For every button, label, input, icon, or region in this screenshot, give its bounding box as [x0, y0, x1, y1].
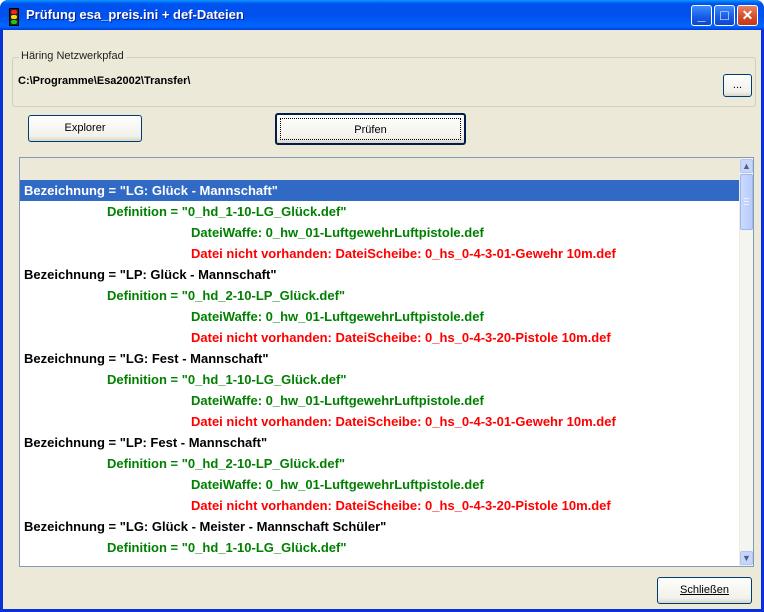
definition-text: Definition = "0_hd_1-10-LG_Glück.def" — [107, 540, 347, 555]
scroll-down-button[interactable]: ▼ — [740, 551, 753, 565]
pruefen-button[interactable]: Prüfen — [275, 113, 466, 145]
close-button[interactable]: ✕ — [737, 5, 758, 26]
browse-button-label: ... — [732, 79, 743, 91]
bezeichnung-text: Bezeichnung = "LG: Glück - Mannschaft" — [24, 183, 278, 198]
list-header — [20, 158, 742, 181]
main-window: Prüfung esa_preis.ini + def-Dateien _ □ … — [0, 0, 764, 612]
list-item[interactable]: Definition = "0_hd_1-10-LG_Glück.def" — [20, 537, 742, 558]
list-item[interactable]: Datei nicht vorhanden: DateiScheibe: 0_h… — [20, 411, 742, 432]
list-item[interactable]: Bezeichnung = "LG: Glück - Meister - Man… — [20, 516, 742, 537]
definition-text: Definition = "0_hd_1-10-LG_Glück.def" — [107, 204, 347, 219]
list-item[interactable]: Definition = "0_hd_1-10-LG_Glück.def" — [20, 201, 742, 222]
bezeichnung-text: Bezeichnung = "LP: Glück - Mannschaft" — [24, 267, 277, 282]
vertical-scrollbar[interactable]: ▲ ▼ — [739, 158, 753, 566]
maximize-icon: □ — [720, 7, 729, 23]
file-text: DateiWaffe: 0_hw_01-LuftgewehrLuftpistol… — [191, 225, 484, 240]
explorer-button[interactable]: Explorer — [28, 115, 142, 142]
error-text: Datei nicht vorhanden: DateiScheibe: 0_h… — [191, 498, 611, 513]
list-item[interactable]: Bezeichnung = "LP: Fest - Mannschaft" — [20, 432, 742, 453]
definition-text: Definition = "0_hd_1-10-LG_Glück.def" — [107, 372, 347, 387]
error-text: Datei nicht vorhanden: DateiScheibe: 0_h… — [191, 330, 611, 345]
title-bar[interactable]: Prüfung esa_preis.ini + def-Dateien _ □ … — [0, 0, 764, 30]
network-path-legend: Häring Netzwerkpfad — [19, 50, 126, 62]
file-text: DateiWaffe: 0_hw_01-LuftgewehrLuftpistol… — [191, 477, 484, 492]
window-title: Prüfung esa_preis.ini + def-Dateien — [26, 7, 244, 22]
error-text: Datei nicht vorhanden: DateiScheibe: 0_h… — [191, 246, 616, 261]
list-item[interactable]: Definition = "0_hd_2-10-LP_Glück.def" — [20, 453, 742, 474]
list-item[interactable]: DateiWaffe: 0_hw_01-LuftgewehrLuftpistol… — [20, 306, 742, 327]
result-rows: Bezeichnung = "LG: Glück - Mannschaft" De… — [20, 180, 742, 558]
schliessen-button-label: Schließen — [680, 584, 729, 596]
explorer-button-label: Explorer — [64, 122, 106, 134]
file-text: DateiWaffe: 0_hw_01-LuftgewehrLuftpistol… — [191, 309, 484, 324]
list-item[interactable]: Bezeichnung = "LP: Glück - Mannschaft" — [20, 264, 742, 285]
bezeichnung-text: Bezeichnung = "LP: Fest - Mannschaft" — [24, 435, 268, 450]
list-item[interactable]: Datei nicht vorhanden: DateiScheibe: 0_h… — [20, 495, 742, 516]
definition-text: Definition = "0_hd_2-10-LP_Glück.def" — [107, 288, 346, 303]
list-item[interactable]: DateiWaffe: 0_hw_01-LuftgewehrLuftpistol… — [20, 474, 742, 495]
minimize-button[interactable]: _ — [691, 5, 712, 26]
focus-rectangle — [280, 118, 461, 140]
chevron-up-icon: ▲ — [742, 161, 751, 171]
file-text: DateiWaffe: 0_hw_01-LuftgewehrLuftpistol… — [191, 393, 484, 408]
list-item[interactable]: Bezeichnung = "LG: Glück - Mannschaft" — [20, 180, 742, 201]
list-item[interactable]: Definition = "0_hd_2-10-LP_Glück.def" — [20, 285, 742, 306]
list-item[interactable]: DateiWaffe: 0_hw_01-LuftgewehrLuftpistol… — [20, 390, 742, 411]
bezeichnung-text: Bezeichnung = "LG: Glück - Meister - Man… — [24, 519, 387, 534]
browse-path-button[interactable]: ... — [723, 74, 752, 97]
list-item[interactable]: Definition = "0_hd_1-10-LG_Glück.def" — [20, 369, 742, 390]
definition-text: Definition = "0_hd_2-10-LP_Glück.def" — [107, 456, 346, 471]
result-list[interactable]: Bezeichnung = "LG: Glück - Mannschaft" De… — [19, 157, 754, 567]
bezeichnung-text: Bezeichnung = "LG: Fest - Mannschaft" — [24, 351, 269, 366]
list-item[interactable]: Datei nicht vorhanden: DateiScheibe: 0_h… — [20, 327, 742, 348]
maximize-button[interactable]: □ — [714, 5, 735, 26]
scroll-thumb[interactable] — [740, 174, 753, 230]
schliessen-button[interactable]: Schließen — [657, 577, 752, 604]
scroll-up-button[interactable]: ▲ — [740, 159, 753, 173]
error-text: Datei nicht vorhanden: DateiScheibe: 0_h… — [191, 414, 616, 429]
network-path-value: C:\Programme\Esa2002\Transfer\ — [18, 75, 191, 87]
minimize-icon: _ — [697, 7, 706, 23]
list-item[interactable]: Datei nicht vorhanden: DateiScheibe: 0_h… — [20, 243, 742, 264]
traffic-light-icon — [9, 8, 19, 26]
list-item[interactable]: DateiWaffe: 0_hw_01-LuftgewehrLuftpistol… — [20, 222, 742, 243]
close-icon: ✕ — [741, 7, 754, 23]
list-item[interactable]: Bezeichnung = "LG: Fest - Mannschaft" — [20, 348, 742, 369]
chevron-down-icon: ▼ — [742, 553, 751, 563]
